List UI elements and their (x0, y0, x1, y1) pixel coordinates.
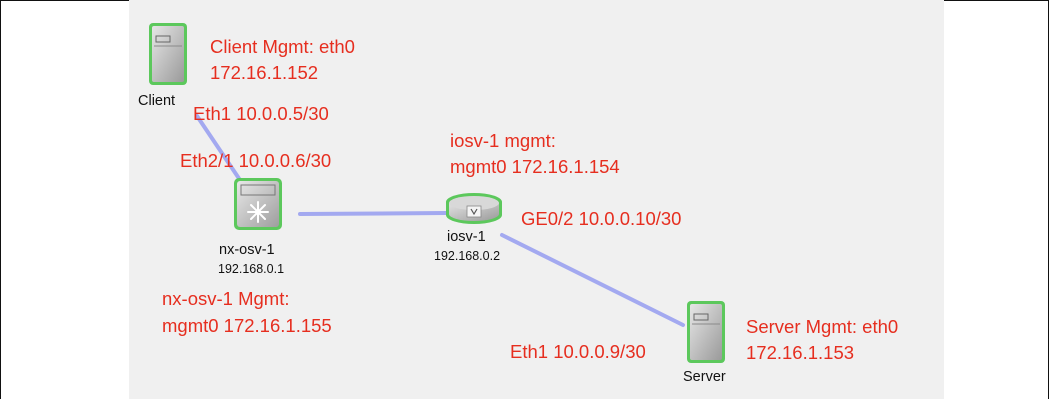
client-mgmt-ip: 172.16.1.152 (210, 62, 319, 83)
iosv-mgmt-label: iosv-1 mgmt: (450, 130, 556, 151)
iosv-node-ip: 192.168.0.2 (434, 249, 501, 263)
nexus-switch-icon (234, 178, 282, 230)
server-node[interactable] (684, 300, 732, 366)
nxosv-mgmt-label: nx-osv-1 Mgmt: (162, 288, 290, 309)
client-node[interactable] (146, 22, 194, 88)
client-mgmt-label: Client Mgmt: eth0 (210, 36, 355, 57)
iosv-mgmt-ip: mgmt0 172.16.1.154 (450, 156, 620, 177)
server-eth1-label: Eth1 10.0.0.9/30 (510, 341, 646, 362)
server-icon (687, 301, 725, 363)
client-node-label: Client (138, 93, 176, 109)
nxosv-eth21-label: Eth2/1 10.0.0.6/30 (180, 150, 332, 171)
server-node-label: Server (683, 369, 726, 385)
iosv-node[interactable] (444, 192, 504, 226)
nxosv-node-ip: 192.168.0.1 (218, 262, 285, 276)
nxosv-node-label: nx-osv-1 (219, 242, 275, 258)
nxosv-node[interactable] (230, 176, 286, 232)
iosv-ge02-label: GE0/2 10.0.0.10/30 (521, 208, 682, 229)
link-iosv-server[interactable] (500, 233, 685, 327)
server-icon (149, 23, 187, 85)
router-icon (446, 193, 502, 224)
server-mgmt-ip: 172.16.1.153 (746, 342, 855, 363)
server-mgmt-label: Server Mgmt: eth0 (746, 316, 899, 337)
nxosv-mgmt-ip: mgmt0 172.16.1.155 (162, 315, 332, 336)
iosv-node-label: iosv-1 (447, 229, 486, 245)
client-eth1-label: Eth1 10.0.0.5/30 (193, 103, 329, 124)
link-nxosv-iosv[interactable] (298, 211, 448, 216)
